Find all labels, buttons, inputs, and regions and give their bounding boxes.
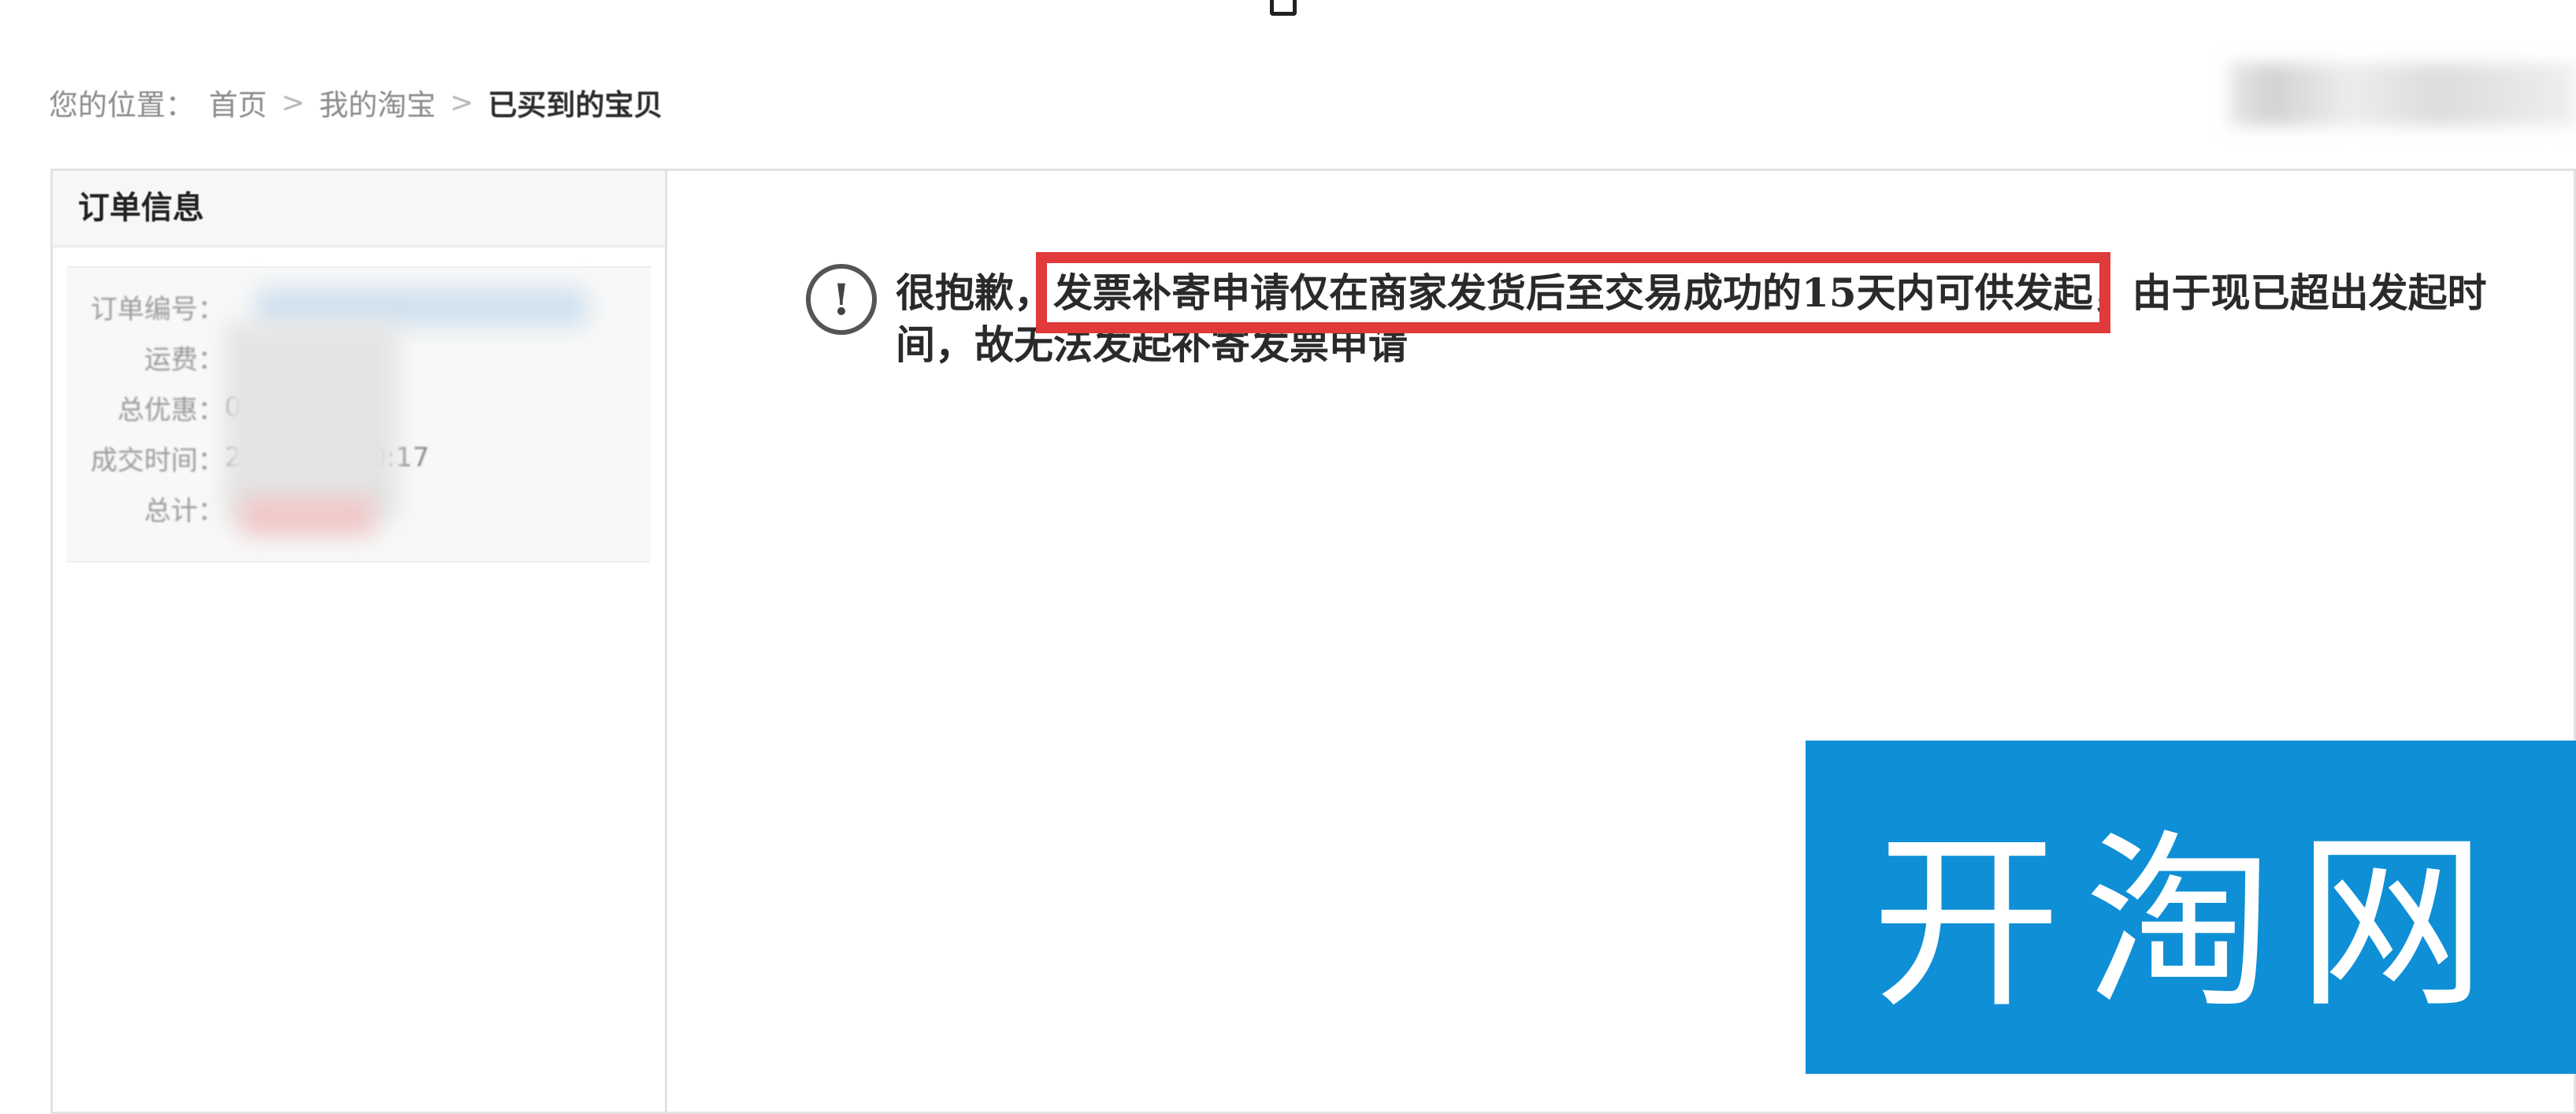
- total-row: 总计：: [67, 487, 225, 529]
- breadcrumb: 您的位置： 首页 > 我的淘宝 > 已买到的宝贝: [49, 79, 663, 126]
- window-square-icon: [1270, 0, 1297, 16]
- shipping-label: 运费：: [144, 343, 225, 376]
- breadcrumb-home-link[interactable]: 首页: [209, 81, 267, 124]
- shipping-row: 运费：: [67, 336, 225, 378]
- blurred-order-number: [256, 288, 587, 326]
- deal-time-label: 成交时间：: [91, 444, 225, 477]
- discount-row: 总优惠： 0.: [67, 386, 250, 429]
- blurred-details: [225, 323, 398, 520]
- watermark-logo: 开淘网: [1806, 741, 2576, 1074]
- notice-highlight: 发票补寄申请仅在商家发货后至交易成功的15天内可供发起: [1036, 252, 2110, 333]
- sidebar-title: 订单信息: [53, 171, 665, 247]
- blurred-user-area: [2229, 63, 2576, 126]
- order-number-label: 订单编号：: [91, 293, 225, 325]
- breadcrumb-prefix: 您的位置：: [49, 88, 195, 122]
- order-number-row: 订单编号：: [67, 285, 225, 328]
- exclamation-circle-icon: !: [806, 264, 877, 335]
- notice-lead: 很抱歉，: [896, 269, 1053, 316]
- order-info-box: 订单编号： 运费： 总优惠： 0. 成交时间： 2 5 10:17 总计：: [67, 266, 651, 563]
- blurred-total: [240, 496, 374, 536]
- breadcrumb-my-taobao-link[interactable]: 我的淘宝: [319, 81, 436, 124]
- breadcrumb-current: 已买到的宝贝: [488, 88, 663, 122]
- discount-label: 总优惠：: [117, 394, 225, 426]
- breadcrumb-separator: >: [450, 86, 474, 119]
- total-label: 总计：: [144, 495, 225, 527]
- order-sidebar: 订单信息 订单编号： 运费： 总优惠： 0. 成交时间： 2 5 10:17 总…: [53, 171, 667, 1112]
- watermark-text: 开淘网: [1871, 813, 2510, 1034]
- notice-message: 很抱歉，发票补寄申请仅在商家发货后至交易成功的15天内可供发起，由于现已超出发起…: [896, 252, 2495, 371]
- breadcrumb-separator: >: [281, 86, 306, 119]
